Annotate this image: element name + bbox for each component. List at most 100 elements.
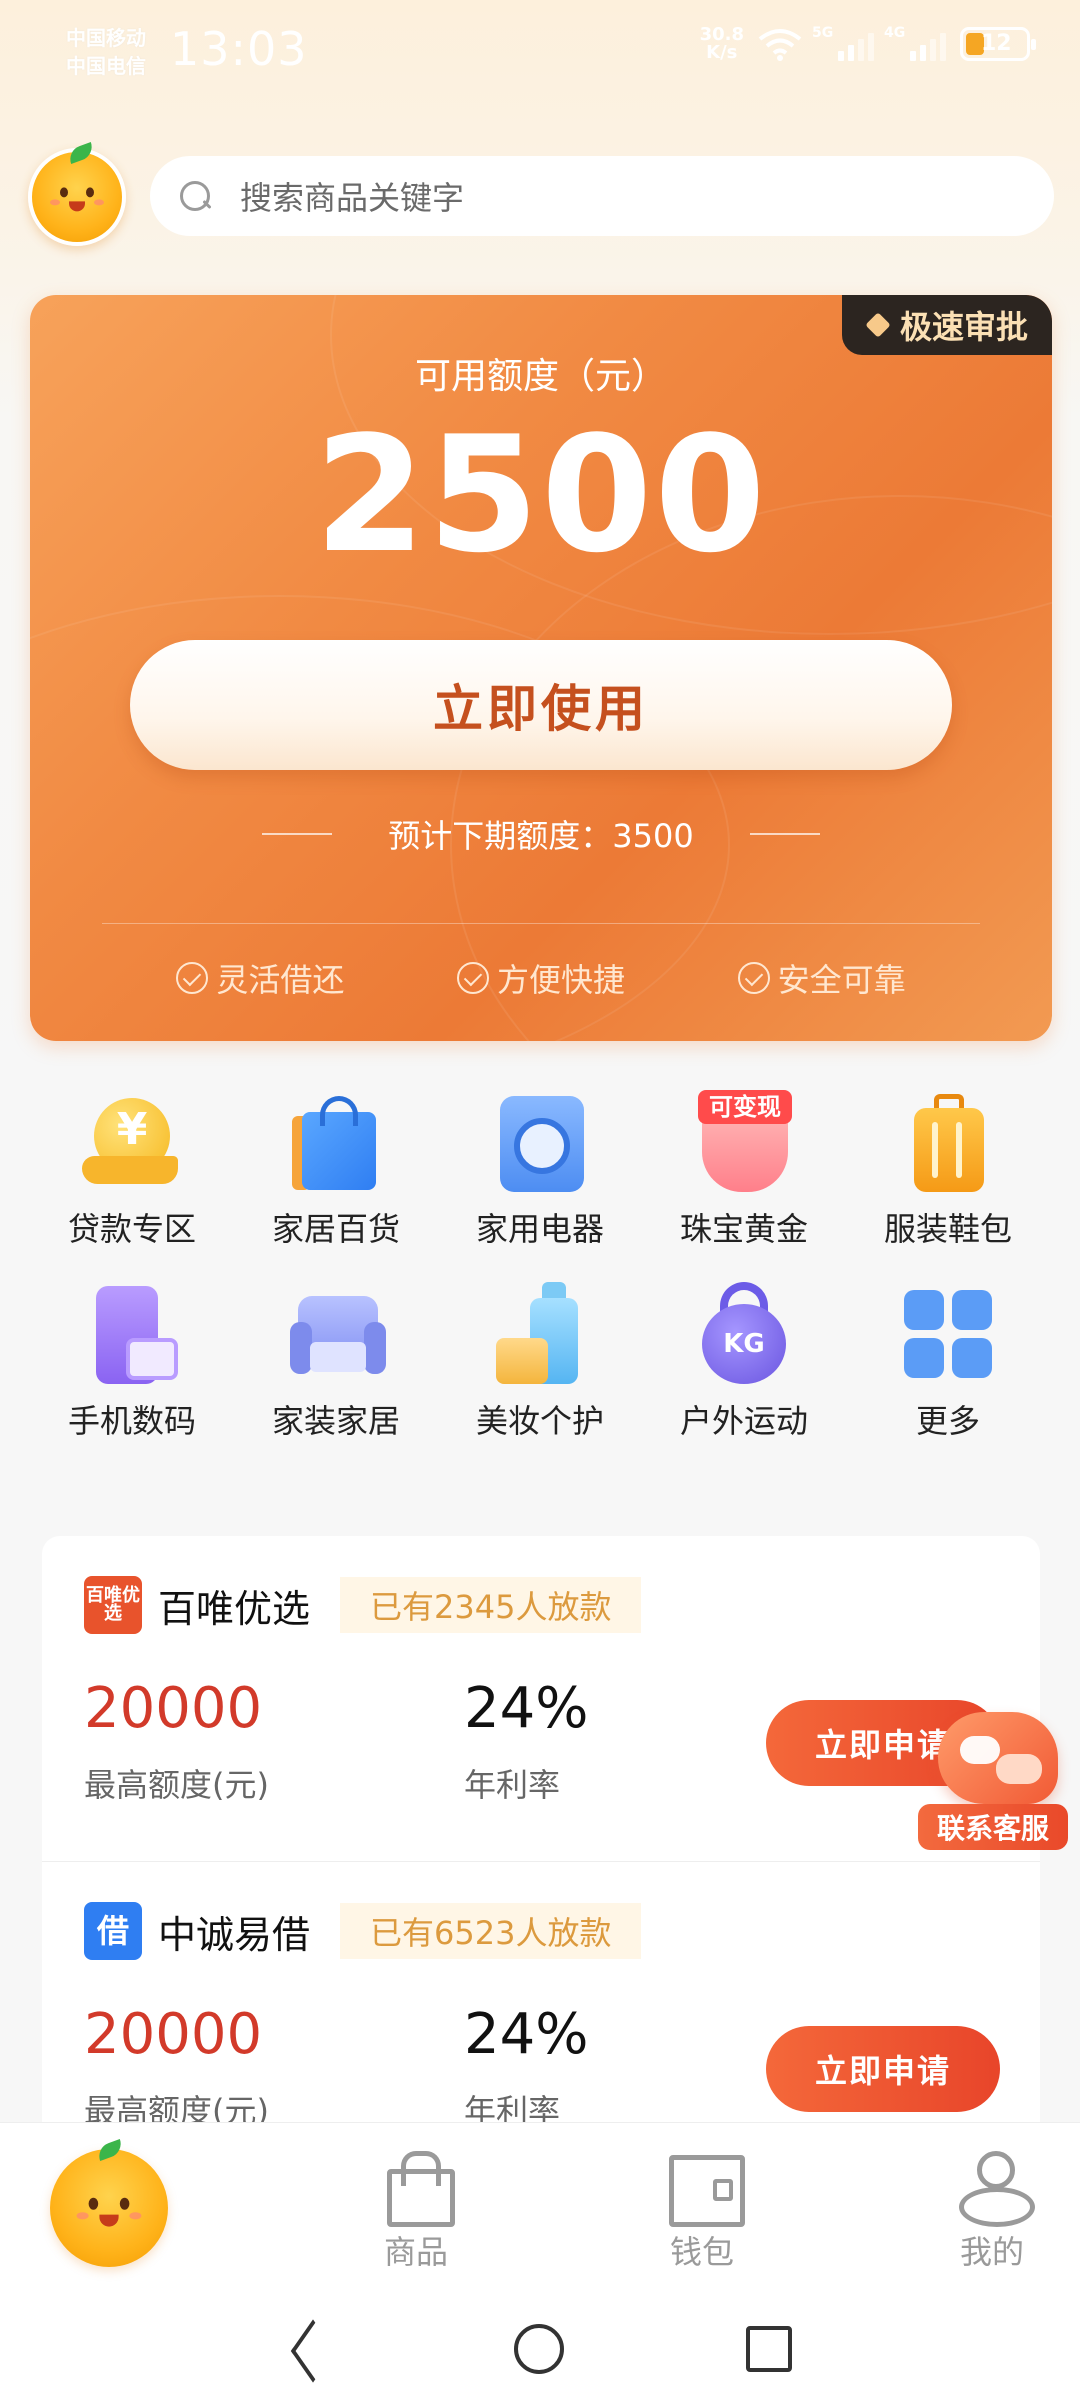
nav-home-icon[interactable] xyxy=(514,2324,564,2374)
loan-product-card[interactable]: 借 中诚易借 已有6523人放款 20000 最高额度(元) 24% 年利率 立… xyxy=(42,1861,1040,2126)
product-logo-text: 百唯优选 xyxy=(86,1585,140,1624)
annual-rate-label: 年利率 xyxy=(464,1766,561,1804)
lending-count-badge: 已有6523人放款 xyxy=(340,1903,642,1959)
jewelry-icon: 可变现 xyxy=(692,1090,796,1194)
category-outdoor[interactable]: KG 户外运动 xyxy=(642,1282,846,1442)
nav-back-icon[interactable] xyxy=(286,2326,332,2376)
fast-approval-badge: 极速审批 xyxy=(842,295,1052,355)
use-now-button[interactable]: 立即使用 xyxy=(130,640,952,770)
category-appliances[interactable]: 家用电器 xyxy=(438,1090,642,1250)
divider-line-left xyxy=(262,833,333,835)
card-divider xyxy=(102,923,980,924)
product-logo: 借 xyxy=(84,1902,142,1960)
luggage-icon xyxy=(896,1090,1000,1194)
wifi-icon xyxy=(758,27,802,61)
shopping-bag-outline-icon xyxy=(381,2145,455,2227)
customer-service-label: 联系客服 xyxy=(918,1804,1068,1850)
category-digital[interactable]: 手机数码 xyxy=(30,1282,234,1442)
category-grid: 贷款专区 家居百货 家用电器 可变现 珠宝黄金 服装鞋包 手机数码 家装家居 美 xyxy=(30,1090,1050,1442)
product-header: 百唯优选 百唯优选 已有2345人放款 xyxy=(84,1576,642,1634)
category-jewelry[interactable]: 可变现 珠宝黄金 xyxy=(642,1090,846,1250)
max-amount-label: 最高额度(元) xyxy=(84,1766,269,1804)
category-label: 美妆个护 xyxy=(475,1402,604,1440)
product-logo: 百唯优选 xyxy=(84,1576,142,1634)
feature-item: 方便快捷 xyxy=(456,955,625,1001)
available-limit-label: 可用额度（元） xyxy=(414,356,667,397)
signal-5g-label: 5G xyxy=(812,25,834,41)
cosmetics-icon xyxy=(488,1282,592,1386)
status-bar: 中国移动 中国电信 13:03 30.8 K/s 5G 4G 12 xyxy=(0,0,1080,100)
divider-line-right xyxy=(749,833,820,835)
tab-me[interactable]: 我的 xyxy=(912,2145,1072,2273)
signal-4g-label: 4G xyxy=(884,25,906,41)
feature-label: 方便快捷 xyxy=(496,961,625,999)
category-more[interactable]: 更多 xyxy=(846,1282,1050,1442)
feature-label: 安全可靠 xyxy=(777,961,906,999)
search-input[interactable]: 搜索商品关键字 xyxy=(150,156,1054,236)
battery-percent: 12 xyxy=(981,31,1012,56)
user-icon xyxy=(957,2145,1035,2227)
cashable-tag: 可变现 xyxy=(698,1090,792,1124)
loan-product-card[interactable]: 百唯优选 百唯优选 已有2345人放款 20000 最高额度(元) 24% 年利… xyxy=(42,1536,1040,1861)
status-indicators: 30.8 K/s 5G 4G 12 xyxy=(700,25,1036,63)
check-circle-icon xyxy=(456,962,489,994)
signal-5g-icon: 5G xyxy=(812,25,874,61)
annual-rate-label: 年利率 xyxy=(464,2092,561,2126)
carrier-info: 中国移动 中国电信 xyxy=(66,24,146,80)
annual-rate: 24% xyxy=(464,2002,589,2067)
max-amount-label: 最高额度(元) xyxy=(84,2092,269,2126)
diamond-icon xyxy=(866,314,892,336)
status-time: 13:03 xyxy=(170,22,308,76)
apply-now-button[interactable]: 立即申请 xyxy=(766,2026,1000,2112)
phone-icon xyxy=(80,1282,184,1386)
max-amount: 20000 xyxy=(84,2002,263,2067)
kettlebell-kg-label: KG xyxy=(702,1304,786,1384)
carrier-1: 中国移动 xyxy=(66,26,146,50)
feature-item: 灵活借还 xyxy=(176,955,344,1001)
category-label: 户外运动 xyxy=(679,1402,808,1440)
signal-4g-icon: 4G xyxy=(884,25,946,61)
category-furnishing[interactable]: 家装家居 xyxy=(234,1282,438,1442)
lending-count-badge: 已有2345人放款 xyxy=(340,1577,642,1633)
user-avatar[interactable] xyxy=(28,141,126,246)
category-apparel[interactable]: 服装鞋包 xyxy=(846,1090,1050,1250)
fast-approval-label: 极速审批 xyxy=(899,308,1028,346)
feature-label: 灵活借还 xyxy=(216,961,345,999)
washing-machine-icon xyxy=(488,1090,592,1194)
product-header: 借 中诚易借 已有6523人放款 xyxy=(84,1902,642,1960)
loan-product-list: 百唯优选 百唯优选 已有2345人放款 20000 最高额度(元) 24% 年利… xyxy=(42,1536,1040,2126)
leaf-icon xyxy=(66,141,96,165)
category-beauty[interactable]: 美妆个护 xyxy=(438,1282,642,1442)
tab-home[interactable] xyxy=(50,2138,168,2267)
leaf-icon xyxy=(95,2138,125,2162)
check-circle-icon xyxy=(737,962,770,994)
search-icon xyxy=(176,177,214,215)
more-grid-icon xyxy=(896,1282,1000,1386)
product-logo-text: 借 xyxy=(96,1912,129,1950)
annual-rate: 24% xyxy=(464,1676,589,1741)
next-quota-text: 预计下期额度：3500 xyxy=(388,817,694,855)
category-loan[interactable]: 贷款专区 xyxy=(30,1090,234,1250)
tab-label: 商品 xyxy=(383,2233,448,2271)
category-label: 服装鞋包 xyxy=(883,1210,1012,1248)
category-label: 家用电器 xyxy=(475,1210,604,1248)
mascot-face-icon xyxy=(74,2188,144,2241)
nav-recent-apps-icon[interactable] xyxy=(746,2326,792,2372)
category-label: 家装家居 xyxy=(271,1402,400,1440)
category-label: 手机数码 xyxy=(67,1402,196,1440)
shopping-bag-icon xyxy=(284,1090,388,1194)
chat-bubble-icon xyxy=(938,1712,1058,1804)
network-speed-unit: K/s xyxy=(706,42,738,63)
category-home-goods[interactable]: 家居百货 xyxy=(234,1090,438,1250)
product-name: 中诚易借 xyxy=(158,1912,311,1957)
product-name: 百唯优选 xyxy=(158,1586,311,1631)
loan-coin-icon xyxy=(80,1090,184,1194)
next-quota-row: 预计下期额度：3500 xyxy=(30,811,1052,857)
customer-service-button[interactable]: 联系客服 xyxy=(918,1712,1068,1850)
wallet-icon xyxy=(667,2145,745,2227)
category-label: 珠宝黄金 xyxy=(679,1210,808,1248)
tab-goods[interactable]: 商品 xyxy=(336,2145,496,2273)
tab-wallet[interactable]: 钱包 xyxy=(622,2145,782,2273)
category-label: 更多 xyxy=(915,1402,980,1440)
feature-item: 安全可靠 xyxy=(737,955,906,1001)
